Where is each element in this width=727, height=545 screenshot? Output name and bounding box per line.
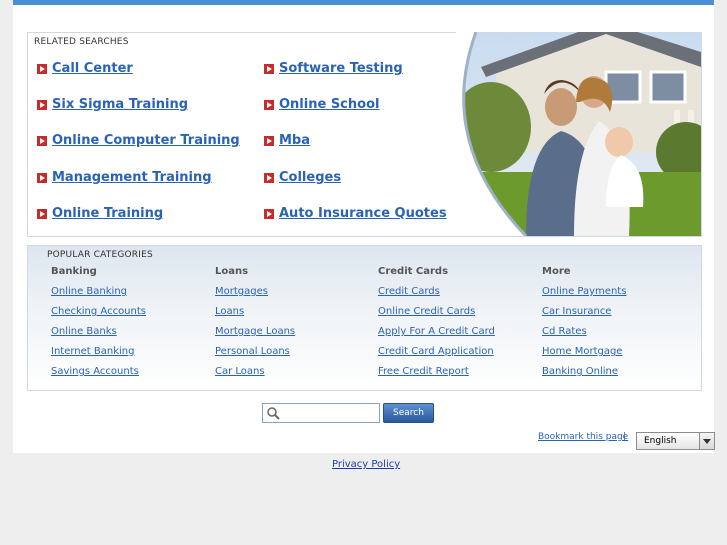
arrow-bullet-icon xyxy=(37,100,47,110)
arrow-bullet-icon xyxy=(264,100,274,110)
category-link[interactable]: Credit Card Application xyxy=(378,346,494,357)
related-link[interactable]: Colleges xyxy=(279,170,341,185)
popular-categories-box: POPULAR CATEGORIES Banking Online Bankin… xyxy=(27,245,702,391)
category-link[interactable]: Mortgages xyxy=(215,286,268,297)
bookmark-link[interactable]: Bookmark this page xyxy=(538,432,628,442)
category-link[interactable]: Savings Accounts xyxy=(51,366,139,377)
category-link[interactable]: Mortgage Loans xyxy=(215,326,295,337)
arrow-bullet-icon xyxy=(264,64,274,74)
related-link[interactable]: Online Computer Training xyxy=(52,133,240,148)
arrow-bullet-icon xyxy=(37,209,47,219)
chevron-down-icon xyxy=(699,433,714,449)
category-heading: More xyxy=(542,266,571,277)
arrow-bullet-icon xyxy=(264,136,274,146)
category-link[interactable]: Free Credit Report xyxy=(378,366,469,377)
category-link[interactable]: Online Banking xyxy=(51,286,127,297)
popular-categories-title: POPULAR CATEGORIES xyxy=(47,250,153,260)
arrow-bullet-icon xyxy=(264,209,274,219)
category-link[interactable]: Car Loans xyxy=(215,366,265,377)
related-searches-title: RELATED SEARCHES xyxy=(34,37,129,47)
language-selected: English xyxy=(644,436,677,446)
arrow-bullet-icon xyxy=(264,173,274,183)
category-link[interactable]: Car Insurance xyxy=(542,306,611,317)
category-link[interactable]: Online Banks xyxy=(51,326,117,337)
category-link[interactable]: Cd Rates xyxy=(542,326,587,337)
category-link[interactable]: Internet Banking xyxy=(51,346,134,357)
category-heading: Banking xyxy=(51,266,97,277)
category-link[interactable]: Apply For A Credit Card xyxy=(378,326,495,337)
category-heading: Loans xyxy=(215,266,249,277)
category-link[interactable]: Banking Online xyxy=(542,366,618,377)
category-link[interactable]: Home Mortgage xyxy=(542,346,622,357)
related-link[interactable]: Six Sigma Training xyxy=(52,97,188,112)
search-button[interactable]: Search xyxy=(383,403,434,423)
related-link[interactable]: Software Testing xyxy=(279,61,403,76)
privacy-policy-link[interactable]: Privacy Policy xyxy=(332,459,400,470)
category-link[interactable]: Loans xyxy=(215,306,244,317)
category-link[interactable]: Credit Cards xyxy=(378,286,440,297)
search-input[interactable] xyxy=(262,403,380,423)
category-link[interactable]: Online Payments xyxy=(542,286,626,297)
search-icon xyxy=(267,407,280,420)
bookmark-separator: | xyxy=(623,432,627,442)
language-select[interactable]: English xyxy=(636,432,715,450)
arrow-bullet-icon xyxy=(37,173,47,183)
related-link[interactable]: Online Training xyxy=(52,206,163,221)
arrow-bullet-icon xyxy=(37,136,47,146)
related-link[interactable]: Mba xyxy=(279,133,310,148)
category-link[interactable]: Checking Accounts xyxy=(51,306,146,317)
arrow-bullet-icon xyxy=(37,64,47,74)
related-link[interactable]: Management Training xyxy=(52,170,212,185)
related-link[interactable]: Auto Insurance Quotes xyxy=(279,206,447,221)
family-photo-image xyxy=(456,32,701,236)
related-link[interactable]: Online School xyxy=(279,97,379,112)
category-link[interactable]: Online Credit Cards xyxy=(378,306,475,317)
category-link[interactable]: Personal Loans xyxy=(215,346,290,357)
related-link[interactable]: Call Center xyxy=(52,61,133,76)
category-heading: Credit Cards xyxy=(378,266,449,277)
